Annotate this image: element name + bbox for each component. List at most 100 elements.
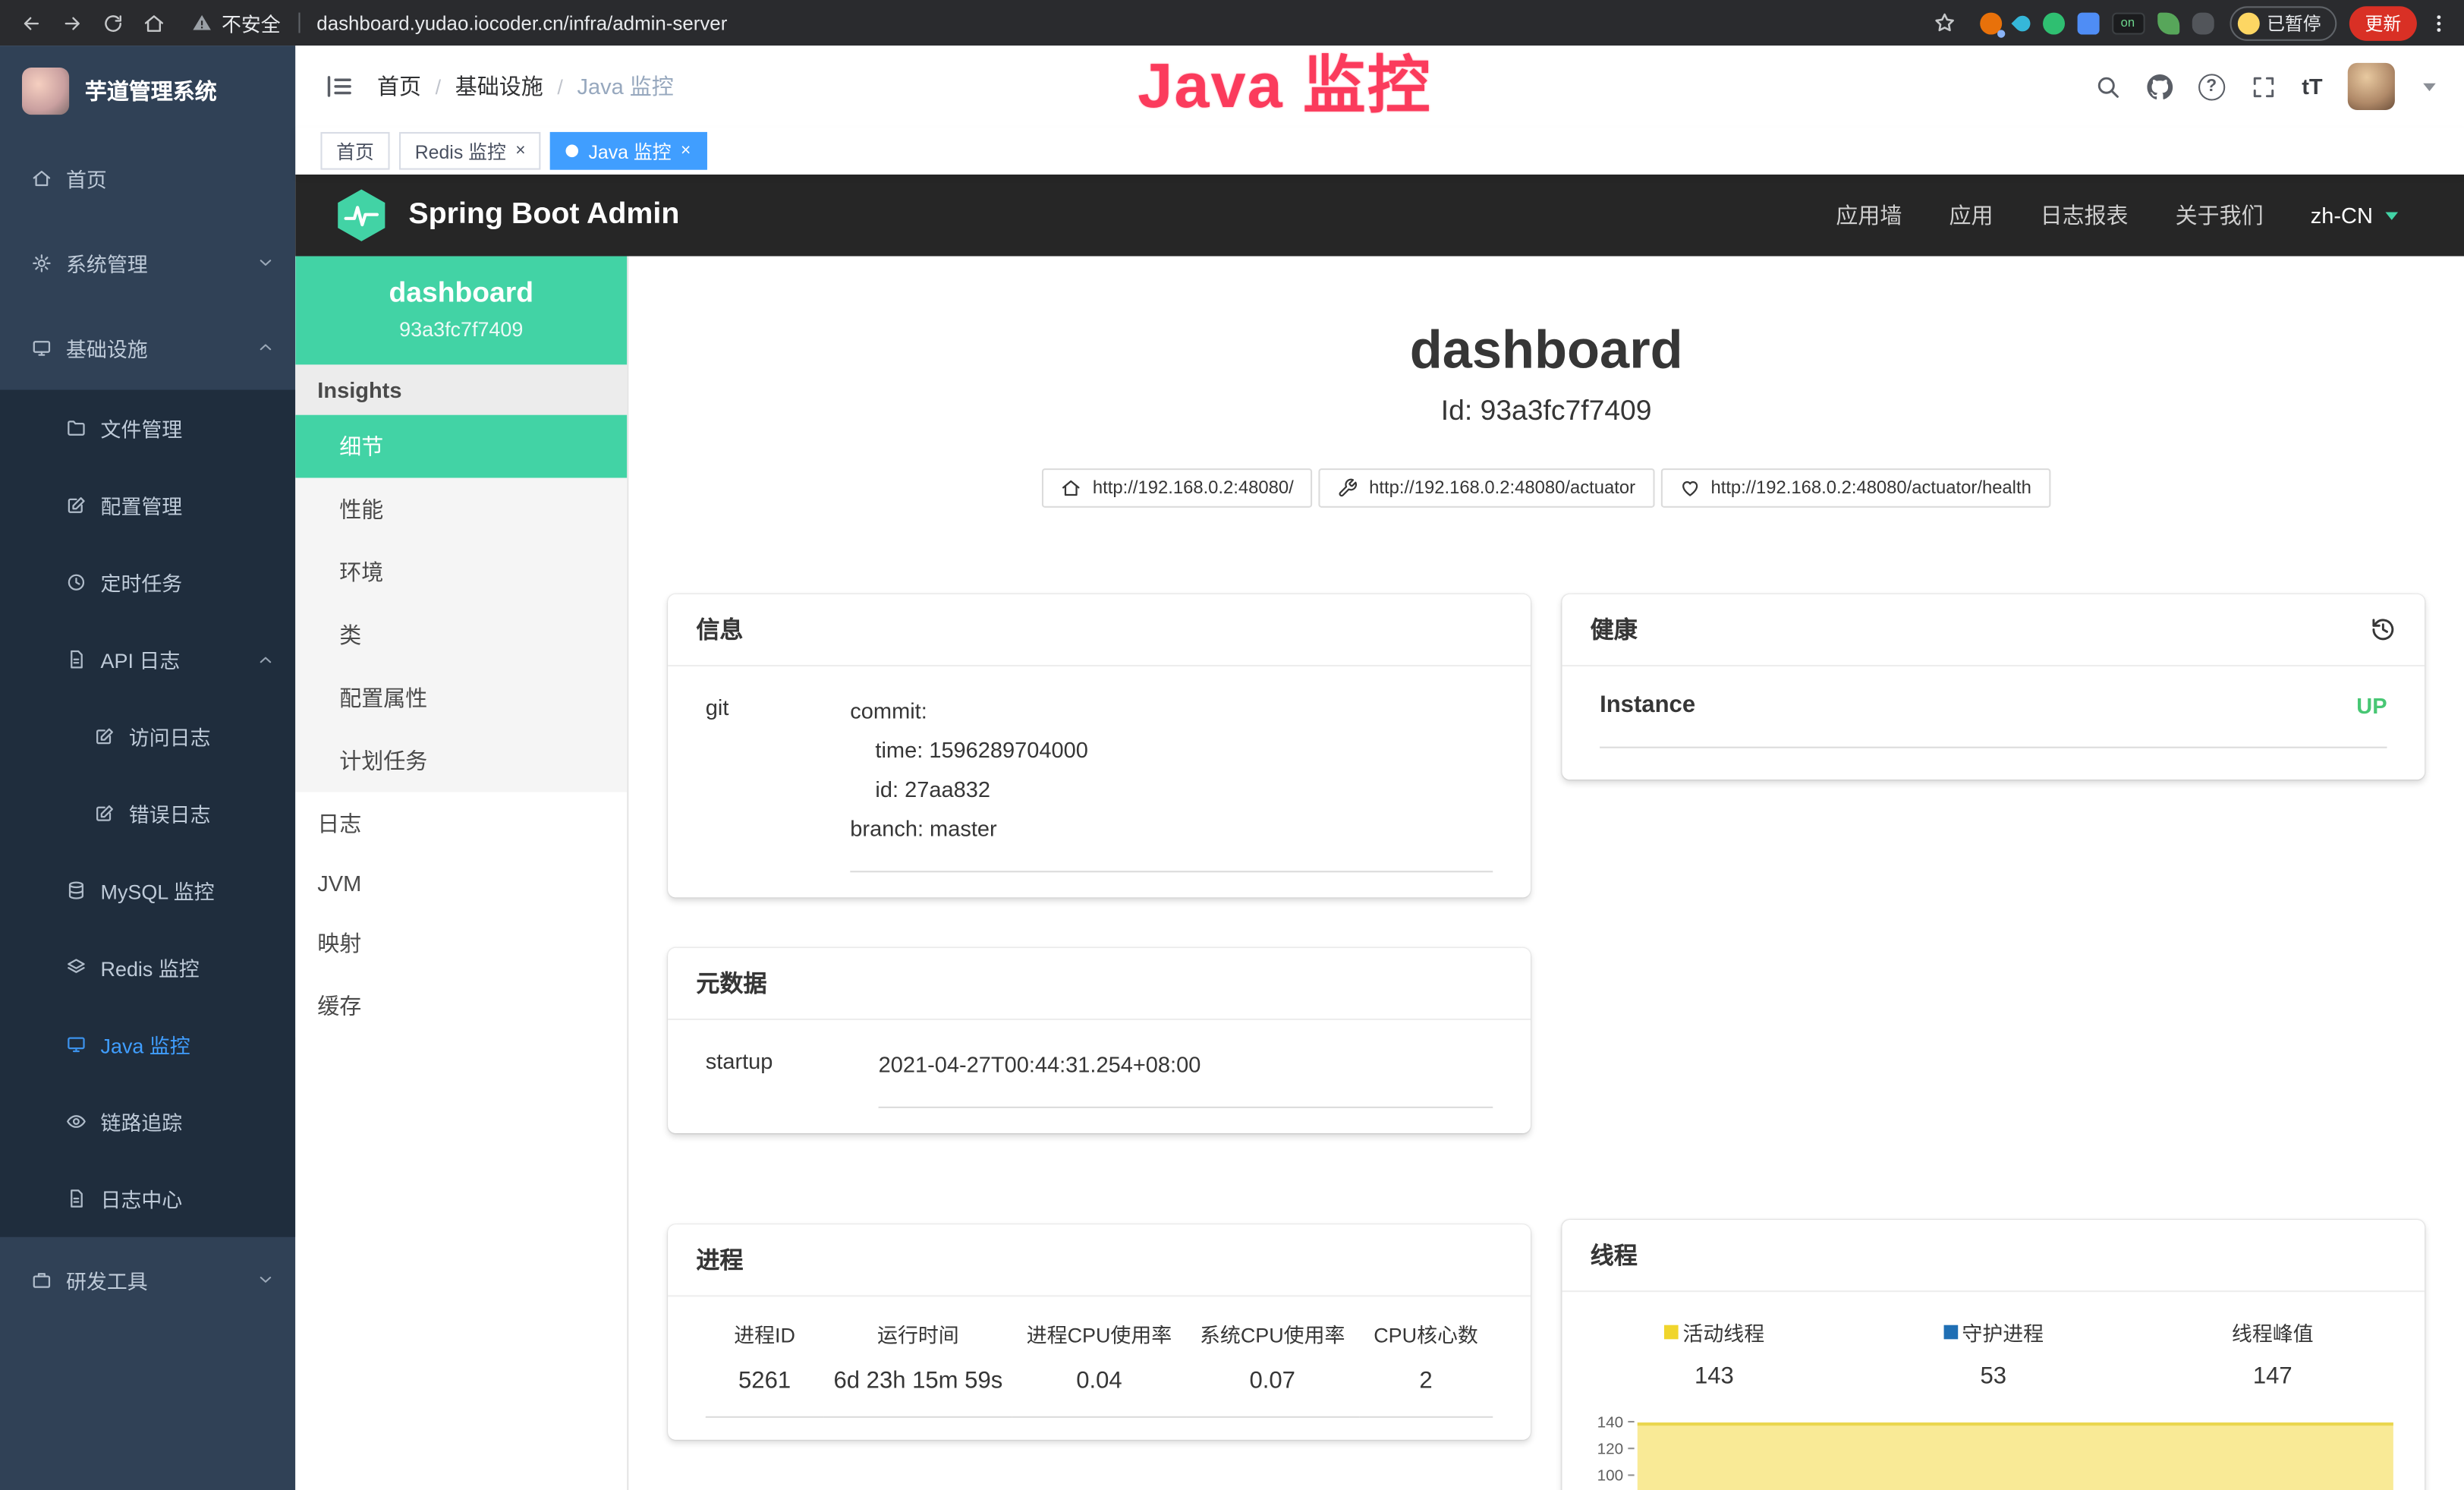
- browser-reload-button[interactable]: [94, 4, 132, 42]
- help-icon[interactable]: ?: [2198, 73, 2225, 99]
- sidebar-item-dev-tools[interactable]: 研发工具: [0, 1237, 295, 1322]
- legend-label: 线程峰值: [2232, 1317, 2314, 1347]
- sba-brand-title[interactable]: Spring Boot Admin: [408, 198, 679, 233]
- instance-header[interactable]: dashboard 93a3fc7f7409: [295, 257, 627, 365]
- sba-item-caches[interactable]: 缓存: [295, 975, 627, 1038]
- github-icon[interactable]: [2146, 73, 2173, 99]
- browser-home-button[interactable]: [135, 4, 173, 42]
- tabs-bar: 首页 Redis 监控 × Java 监控 ×: [295, 128, 2464, 175]
- sba-item-jvm[interactable]: JVM: [295, 855, 627, 912]
- instance-link-actuator[interactable]: http://192.168.0.2:48080/actuator: [1319, 468, 1654, 508]
- sidebar-item-label: MySQL 监控: [101, 875, 215, 905]
- tab-home[interactable]: 首页: [320, 132, 389, 170]
- daemon-threads-value: 53: [1854, 1362, 2133, 1389]
- health-row-instance[interactable]: Instance UP: [1600, 691, 2387, 748]
- sba-item-mappings[interactable]: 映射: [295, 912, 627, 975]
- browser-menu-icon[interactable]: [2426, 12, 2451, 34]
- not-secure-warning-icon: [192, 13, 212, 33]
- sba-item-configprops[interactable]: 配置属性: [295, 666, 627, 729]
- sba-nav-journal[interactable]: 日志报表: [2041, 200, 2129, 231]
- link-url: http://192.168.0.2:48080/actuator: [1369, 479, 1635, 498]
- sidebar-item-home[interactable]: 首页: [0, 135, 295, 220]
- process-table: 进程ID 运行时间 进程CPU使用率 系统CPU使用率 CPU核心数: [706, 1303, 1493, 1418]
- process-card-header: 进程: [668, 1224, 1531, 1296]
- sba-item-details[interactable]: 细节: [295, 415, 627, 478]
- address-bar[interactable]: 不安全 dashboard.yudao.iocoder.cn/infra/adm…: [192, 8, 728, 37]
- sidebar-item-system[interactable]: 系统管理: [0, 220, 295, 305]
- breadcrumb: 首页 / 基础设施 / Java 监控: [377, 71, 674, 102]
- sba-item-performance[interactable]: 性能: [295, 478, 627, 541]
- sba-item-environment[interactable]: 环境: [295, 540, 627, 603]
- sidebar-item-mysql[interactable]: MySQL 监控: [0, 852, 295, 928]
- sidebar-item-java[interactable]: Java 监控: [0, 1006, 295, 1082]
- app-menu: 首页 系统管理 基础设施 文件管理: [0, 135, 295, 1490]
- breadcrumb-home[interactable]: 首页: [377, 71, 421, 102]
- sba-nav-wallboard[interactable]: 应用墙: [1836, 200, 1902, 231]
- extension-icon-orange[interactable]: [1979, 12, 2001, 34]
- sba-nav-about[interactable]: 关于我们: [2176, 200, 2264, 231]
- java-monitor-icon: [66, 1035, 87, 1055]
- sidebar-item-infra[interactable]: 基础设施: [0, 305, 295, 390]
- process-col-header: 进程CPU使用率: [1012, 1303, 1185, 1355]
- sidebar-item-trace[interactable]: 链路追踪: [0, 1083, 295, 1160]
- user-avatar[interactable]: [2348, 63, 2395, 110]
- paused-label: 已暂停: [2267, 10, 2321, 35]
- extension-icon-paw[interactable]: [2192, 12, 2214, 34]
- profile-paused-pill[interactable]: 已暂停: [2229, 5, 2337, 40]
- extension-icon-grid[interactable]: [2077, 12, 2099, 34]
- fullscreen-icon[interactable]: [2250, 73, 2277, 99]
- y-tick: 100: [1578, 1468, 1635, 1490]
- url-text[interactable]: dashboard.yudao.iocoder.cn/infra/admin-s…: [316, 12, 727, 34]
- app-title: 芋道管理系统: [85, 74, 217, 106]
- sidebar-item-access-log[interactable]: 访问日志: [0, 698, 295, 774]
- threads-card-header: 线程: [1562, 1220, 2425, 1292]
- sidebar-item-label: 研发工具: [66, 1265, 148, 1294]
- sba-item-classes[interactable]: 类: [295, 603, 627, 666]
- extension-icon-leaf[interactable]: [2157, 12, 2179, 34]
- sba-item-logs[interactable]: 日志: [295, 792, 627, 855]
- sidebar-item-job[interactable]: 定时任务: [0, 543, 295, 620]
- sidebar-item-api-log[interactable]: API 日志: [0, 621, 295, 698]
- browser-back-button[interactable]: [13, 4, 51, 42]
- browser-update-button[interactable]: 更新: [2349, 5, 2417, 40]
- breadcrumb-section[interactable]: 基础设施: [455, 71, 543, 102]
- sidebar-item-redis[interactable]: Redis 监控: [0, 929, 295, 1006]
- instance-link-health[interactable]: http://192.168.0.2:48080/actuator/health: [1660, 468, 2050, 508]
- sidebar-item-file[interactable]: 文件管理: [0, 390, 295, 467]
- active-tab-dot: [566, 145, 579, 158]
- extension-icon-vue[interactable]: [2042, 12, 2064, 34]
- extensions-row: on: [1979, 12, 2214, 34]
- tab-redis[interactable]: Redis 监控 ×: [399, 132, 541, 170]
- metadata-card: 元数据 startup 2021-04-27T00:44:31.254+08:0…: [668, 948, 1531, 1133]
- close-icon[interactable]: ×: [681, 142, 691, 159]
- bookmark-star-icon[interactable]: [1926, 4, 1964, 42]
- sba-locale-select[interactable]: zh-CN: [2311, 203, 2398, 228]
- sba-content: dashboard Id: 93a3fc7f7409 http://192.16…: [628, 257, 2464, 1490]
- chevron-down-icon: [2385, 212, 2398, 219]
- app-logo[interactable]: 芋道管理系统: [0, 46, 295, 135]
- gear-icon: [31, 252, 52, 272]
- history-icon[interactable]: [2370, 616, 2396, 643]
- sidebar-item-log-center[interactable]: 日志中心: [0, 1160, 295, 1236]
- extension-badge-dot: [1997, 29, 2004, 36]
- avatar-caret-icon[interactable]: [2423, 83, 2436, 90]
- search-icon[interactable]: [2094, 73, 2121, 99]
- info-card: 信息 git commit: time: 1596289704000 id: 2…: [668, 594, 1531, 898]
- extension-icon-on-badge[interactable]: on: [2111, 12, 2144, 34]
- sidebar-item-config[interactable]: 配置管理: [0, 467, 295, 543]
- sba-item-scheduled[interactable]: 计划任务: [295, 729, 627, 792]
- health-card-header: 健康: [1562, 594, 2425, 666]
- hamburger-icon[interactable]: [324, 71, 355, 102]
- extension-icon-drop[interactable]: [2010, 11, 2032, 33]
- instance-link-home[interactable]: http://192.168.0.2:48080/: [1043, 468, 1313, 508]
- metadata-row-startup: startup 2021-04-27T00:44:31.254+08:00: [668, 1020, 1531, 1133]
- close-icon[interactable]: ×: [515, 142, 525, 159]
- tab-java[interactable]: Java 监控 ×: [551, 132, 706, 170]
- clock-icon: [66, 572, 87, 593]
- browser-forward-button[interactable]: [53, 4, 91, 42]
- process-value: 6d 23h 15m 59s: [823, 1355, 1012, 1417]
- font-size-icon[interactable]: tT: [2302, 74, 2322, 99]
- sba-nav-applications[interactable]: 应用: [1949, 200, 1993, 231]
- breadcrumb-current: Java 监控: [577, 71, 674, 102]
- sidebar-item-error-log[interactable]: 错误日志: [0, 775, 295, 852]
